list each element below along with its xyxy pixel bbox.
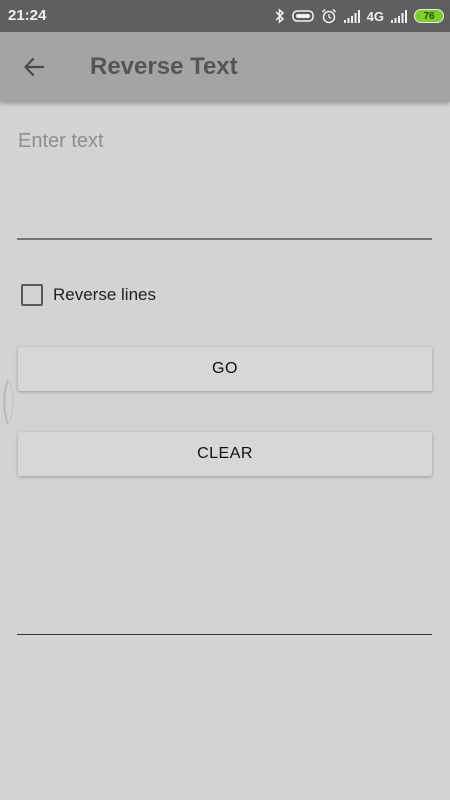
status-bar: 21:24 4G 76 (0, 0, 450, 32)
status-time: 21:24 (8, 7, 47, 24)
text-input[interactable] (17, 128, 432, 240)
vr-headset-icon (291, 9, 314, 23)
signal-icon (343, 9, 360, 23)
reverse-lines-label: Reverse lines (53, 285, 156, 304)
clear-button[interactable]: CLEAR (18, 432, 432, 476)
output-text (17, 520, 432, 635)
go-button[interactable]: GO (18, 347, 432, 391)
battery-icon: 76 (414, 9, 444, 23)
page-title: Reverse Text (90, 53, 238, 80)
network-type: 4G (366, 8, 384, 24)
back-button[interactable] (14, 47, 54, 87)
edge-handle-icon[interactable] (2, 378, 14, 426)
app-toolbar: Reverse Text (0, 32, 450, 102)
signal-icon-2 (391, 9, 407, 23)
reverse-lines-option[interactable]: Reverse lines (21, 283, 156, 307)
status-icons: 4G 76 (275, 7, 444, 25)
reverse-lines-checkbox[interactable] (21, 284, 43, 306)
alarm-icon (321, 8, 337, 24)
bluetooth-icon (275, 8, 285, 24)
arrow-left-icon (24, 57, 45, 77)
